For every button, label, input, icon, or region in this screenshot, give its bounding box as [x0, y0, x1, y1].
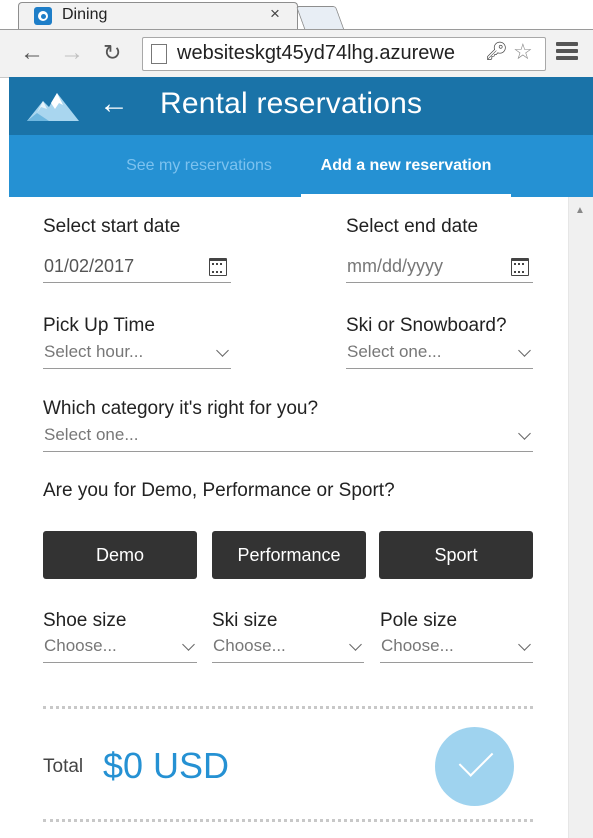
- calendar-icon[interactable]: [511, 258, 529, 276]
- pickup-time-select[interactable]: Select hour...: [43, 338, 231, 369]
- category-value: Select one...: [44, 425, 139, 444]
- ski-size-select[interactable]: Choose...: [212, 632, 364, 663]
- chevron-down-icon: [349, 638, 362, 651]
- checkmark-icon: [458, 742, 494, 777]
- ski-or-snowboard-value: Select one...: [347, 342, 442, 361]
- browser-toolbar: ← → ↻ websiteskgt45yd74lhg.azurewe 🔑︎ ☆: [0, 30, 593, 78]
- pole-size-select[interactable]: Choose...: [380, 632, 533, 663]
- total-value: $0 USD: [103, 745, 230, 786]
- new-tab-button[interactable]: [295, 6, 345, 29]
- demo-button[interactable]: Demo: [43, 531, 197, 579]
- start-date-label: Select start date: [43, 216, 181, 237]
- divider-top: [43, 706, 533, 709]
- chevron-down-icon: [518, 344, 531, 357]
- url-text[interactable]: websiteskgt45yd74lhg.azurewe: [177, 42, 477, 65]
- total-label: Total: [43, 756, 84, 777]
- reload-icon[interactable]: ↻: [103, 40, 121, 66]
- category-select[interactable]: Select one...: [43, 421, 533, 452]
- ski-or-snowboard-select[interactable]: Select one...: [346, 338, 533, 369]
- tab-close-icon[interactable]: ×: [270, 4, 280, 24]
- browser-back-icon[interactable]: ←: [20, 40, 44, 66]
- reservation-tabs: See my reservations Add a new reservatio…: [9, 135, 593, 197]
- shoe-size-value: Choose...: [44, 636, 117, 655]
- bookmark-star-icon[interactable]: ☆: [513, 39, 533, 65]
- tab-see-reservations[interactable]: See my reservations: [99, 135, 299, 197]
- category-label: Which category it's right for you?: [43, 398, 319, 419]
- ski-size-label: Ski size: [212, 610, 278, 631]
- tab-title: Dining: [62, 6, 108, 23]
- address-bar[interactable]: websiteskgt45yd74lhg.azurewe 🔑︎ ☆: [142, 37, 546, 71]
- chevron-down-icon: [182, 638, 195, 651]
- ski-size-value: Choose...: [213, 636, 286, 655]
- start-date-input[interactable]: 01/02/2017: [43, 252, 231, 283]
- chevron-down-icon: [216, 344, 229, 357]
- tab-add-reservation[interactable]: Add a new reservation: [301, 135, 511, 197]
- page-icon: [151, 44, 167, 64]
- browser-tab-content[interactable]: Dining ×: [30, 4, 292, 28]
- confirm-button[interactable]: [435, 727, 514, 806]
- end-date-placeholder: mm/dd/yyyy: [347, 256, 444, 276]
- divider-bottom: [43, 819, 533, 822]
- page-scrollbar[interactable]: ▲: [568, 197, 593, 838]
- browser-tab-bar: Dining ×: [0, 0, 593, 31]
- header-back-icon[interactable]: ←: [99, 86, 129, 122]
- sport-button[interactable]: Sport: [379, 531, 533, 579]
- ski-or-snowboard-label: Ski or Snowboard?: [346, 315, 507, 336]
- pickup-time-value: Select hour...: [44, 342, 144, 361]
- chevron-down-icon: [518, 638, 531, 651]
- key-icon[interactable]: 🔑︎: [485, 41, 508, 62]
- mountain-logo-icon: [27, 93, 79, 121]
- browser-forward-icon[interactable]: →: [60, 40, 84, 66]
- end-date-label: Select end date: [346, 216, 479, 237]
- site-favicon-icon: [34, 7, 52, 25]
- scroll-up-arrow-icon[interactable]: ▲: [575, 205, 585, 216]
- browser-menu-icon[interactable]: [556, 42, 578, 62]
- performance-button[interactable]: Performance: [212, 531, 366, 579]
- shoe-size-select[interactable]: Choose...: [43, 632, 197, 663]
- chevron-down-icon: [518, 427, 531, 440]
- page-title: Rental reservations: [160, 87, 423, 120]
- end-date-input[interactable]: mm/dd/yyyy: [346, 252, 533, 283]
- pole-size-value: Choose...: [381, 636, 454, 655]
- app-header: ← Rental reservations: [9, 77, 593, 135]
- shoe-size-label: Shoe size: [43, 610, 127, 631]
- calendar-icon[interactable]: [209, 258, 227, 276]
- pickup-time-label: Pick Up Time: [43, 315, 155, 336]
- pole-size-label: Pole size: [380, 610, 458, 631]
- level-question: Are you for Demo, Performance or Sport?: [43, 480, 395, 501]
- start-date-value: 01/02/2017: [44, 256, 135, 276]
